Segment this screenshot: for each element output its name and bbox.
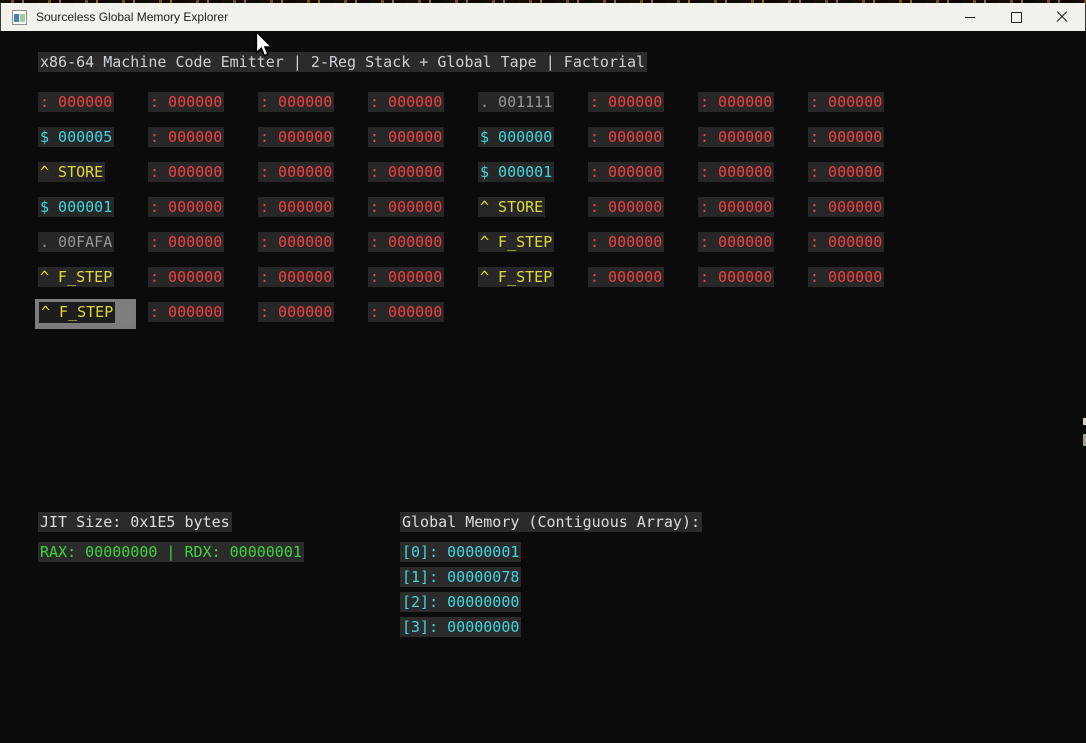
register-status: RAX: 00000000 | RDX: 00000001 [38,542,304,562]
tape-cell[interactable]: : 000000 [148,302,224,322]
tape-cell[interactable]: : 000000 [258,127,334,147]
window-title: Sourceless Global Memory Explorer [36,10,228,24]
minimize-icon [965,17,975,18]
app-icon [12,10,27,25]
tape-cell[interactable]: $ 000005 [38,127,114,147]
tape-cell[interactable]: : 000000 [368,197,444,217]
tape-cell[interactable]: : 000000 [368,127,444,147]
tape-cell[interactable]: : 000000 [148,127,224,147]
memory-entry-0: [0]: 00000001 [400,542,521,562]
tape-cell[interactable]: : 000000 [148,197,224,217]
titlebar: Sourceless Global Memory Explorer [0,3,1086,31]
tape-cell[interactable]: : 000000 [588,162,664,182]
app-icon-pane-right [20,14,25,22]
tape-cell-selected[interactable]: ^ F_STEP [35,299,136,329]
tape-cell[interactable]: : 000000 [258,302,334,322]
tape-cell[interactable]: : 000000 [698,197,774,217]
close-button[interactable] [1039,3,1085,31]
tape-cell[interactable]: : 000000 [698,232,774,252]
block-cursor [115,302,132,323]
tape-cell[interactable]: ^ F_STEP [38,267,114,287]
tape-cell[interactable]: : 000000 [368,232,444,252]
tape-cell[interactable]: : 000000 [698,127,774,147]
tape-cell[interactable]: : 000000 [808,232,884,252]
memory-entry-3: [3]: 00000000 [400,617,521,637]
tape-cell[interactable]: $ 000000 [478,127,554,147]
tape-cell[interactable]: . 00FAFA [38,232,114,252]
memory-entry-2: [2]: 00000000 [400,592,521,612]
tape-cell[interactable]: : 000000 [368,267,444,287]
tape-cell[interactable]: ^ STORE [478,197,545,217]
window-controls [947,3,1085,31]
tape-cell[interactable]: . 001111 [478,92,554,112]
tape-cell[interactable]: : 000000 [148,162,224,182]
tape-cell[interactable]: : 000000 [588,267,664,287]
tape-cell[interactable]: : 000000 [258,162,334,182]
tape-cell[interactable]: : 000000 [698,267,774,287]
global-memory-title: Global Memory (Contiguous Array): [400,512,702,532]
page-title: x86-64 Machine Code Emitter | 2-Reg Stac… [38,52,647,72]
tape-cell[interactable]: $ 000001 [38,197,114,217]
tape-cell[interactable]: : 000000 [588,127,664,147]
terminal-content: x86-64 Machine Code Emitter | 2-Reg Stac… [0,31,1086,743]
tape-cell[interactable]: : 000000 [368,162,444,182]
tape-cell[interactable]: : 000000 [808,127,884,147]
jit-size-status: JIT Size: 0x1E5 bytes [38,512,232,532]
tape-cell[interactable]: : 000000 [148,267,224,287]
tape-cell[interactable]: : 000000 [698,92,774,112]
close-icon [1056,11,1068,23]
tape-cell[interactable]: : 000000 [368,302,444,322]
tape-cell[interactable]: : 000000 [258,197,334,217]
minimize-button[interactable] [947,3,993,31]
tape-cell[interactable]: ^ F_STEP [478,232,554,252]
tape-cell[interactable]: ^ F_STEP [478,267,554,287]
tape-cell[interactable]: : 000000 [808,162,884,182]
tape-cell[interactable]: : 000000 [808,267,884,287]
tape-cell[interactable]: : 000000 [38,92,114,112]
tape-cell[interactable]: : 000000 [588,92,664,112]
tape-cell[interactable]: : 000000 [588,197,664,217]
maximize-icon [1011,12,1022,23]
memory-entry-1: [1]: 00000078 [400,567,521,587]
tape-cell[interactable]: : 000000 [148,232,224,252]
tape-cell[interactable]: : 000000 [368,92,444,112]
tape-cell[interactable]: : 000000 [698,162,774,182]
tape-cell[interactable]: : 000000 [258,232,334,252]
tape-cell[interactable]: : 000000 [148,92,224,112]
mouse-cursor [255,31,275,60]
tape-cell[interactable]: $ 000001 [478,162,554,182]
tape-cell[interactable]: : 000000 [808,197,884,217]
tape-cell[interactable]: : 000000 [588,232,664,252]
tape-cell[interactable]: ^ STORE [38,162,105,182]
maximize-button[interactable] [993,3,1039,31]
tape-cell[interactable]: : 000000 [258,92,334,112]
app-icon-pane-left [14,14,19,22]
tape-cell[interactable]: : 000000 [258,267,334,287]
tape-cell-text: ^ F_STEP [39,302,115,323]
tape-cell[interactable]: : 000000 [808,92,884,112]
